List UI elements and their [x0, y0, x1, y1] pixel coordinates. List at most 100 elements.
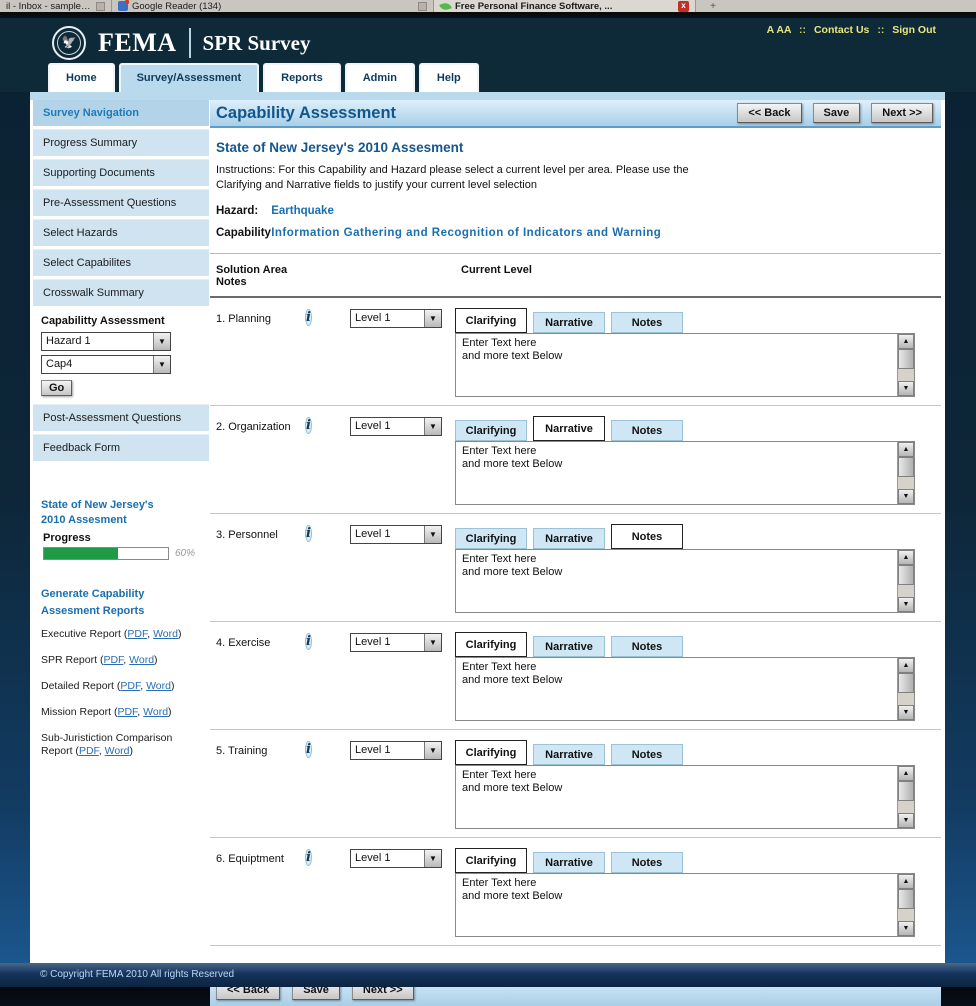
go-button[interactable]: Go: [41, 380, 73, 396]
scroll-down-icon[interactable]: ▼: [898, 813, 914, 828]
current-level-select[interactable]: Level 1 ▼: [350, 849, 442, 868]
scroll-down-icon[interactable]: ▼: [898, 597, 914, 612]
tab-notes[interactable]: Notes: [611, 312, 683, 333]
info-icon[interactable]: i: [305, 849, 312, 866]
chevron-down-icon[interactable]: ▼: [424, 742, 441, 759]
info-icon[interactable]: i: [305, 525, 312, 542]
chevron-down-icon[interactable]: ▼: [424, 850, 441, 867]
close-icon[interactable]: x: [678, 0, 689, 12]
text-size-widget[interactable]: A AA: [767, 24, 792, 36]
tab-narrative[interactable]: Narrative: [533, 852, 605, 873]
scroll-down-icon[interactable]: ▼: [898, 921, 914, 936]
tab-notes[interactable]: Notes: [611, 636, 683, 657]
pdf-link[interactable]: PDF: [79, 745, 99, 757]
scrollbar[interactable]: ▲ ▼: [897, 334, 914, 396]
save-button[interactable]: Save: [812, 103, 861, 123]
pdf-link[interactable]: PDF: [117, 706, 137, 718]
info-icon[interactable]: i: [305, 417, 312, 434]
sign-out-link[interactable]: Sign Out: [892, 24, 936, 36]
current-level-select[interactable]: Level 1 ▼: [350, 741, 442, 760]
sidebar-item-pre-assessment-questions[interactable]: Pre-Assessment Questions: [33, 189, 209, 216]
tab-notes[interactable]: Notes: [611, 420, 683, 441]
scrollbar[interactable]: ▲ ▼: [897, 874, 914, 936]
scroll-thumb[interactable]: [898, 565, 914, 585]
chevron-down-icon[interactable]: ▼: [153, 356, 170, 373]
sidebar-item-crosswalk-summary[interactable]: Crosswalk Summary: [33, 279, 209, 306]
current-level-select[interactable]: Level 1 ▼: [350, 309, 442, 328]
tab-admin[interactable]: Admin: [344, 63, 415, 92]
tab-clarifying[interactable]: Clarifying: [455, 420, 527, 441]
tab-notes[interactable]: Notes: [611, 524, 683, 549]
notes-textarea[interactable]: Enter Text here and more text Below ▲ ▼: [455, 441, 915, 505]
scroll-thumb[interactable]: [898, 781, 914, 801]
chevron-down-icon[interactable]: ▼: [424, 418, 441, 435]
scroll-up-icon[interactable]: ▲: [898, 658, 914, 673]
tab-clarifying[interactable]: Clarifying: [455, 740, 527, 765]
browser-tab-finance-active[interactable]: Free Personal Finance Software, ... x: [434, 0, 696, 12]
tab-reports[interactable]: Reports: [263, 63, 341, 92]
pdf-link[interactable]: PDF: [103, 654, 123, 666]
browser-tab-mail[interactable]: il - Inbox - sample-minded@gmail.com: [0, 0, 112, 12]
scroll-thumb[interactable]: [898, 349, 914, 369]
notes-textarea[interactable]: Enter Text here and more text Below ▲ ▼: [455, 549, 915, 613]
sidebar-item-select-capabilities[interactable]: Select Capabilites: [33, 249, 209, 276]
back-button[interactable]: << Back: [737, 103, 802, 123]
notes-textarea[interactable]: Enter Text here and more text Below ▲ ▼: [455, 333, 915, 397]
current-level-select[interactable]: Level 1 ▼: [350, 525, 442, 544]
tab-clarifying[interactable]: Clarifying: [455, 848, 527, 873]
word-link[interactable]: Word: [105, 745, 130, 757]
scroll-up-icon[interactable]: ▲: [898, 550, 914, 565]
info-icon[interactable]: i: [305, 741, 312, 758]
sidebar-item-select-hazards[interactable]: Select Hazards: [33, 219, 209, 246]
tab-clarifying[interactable]: Clarifying: [455, 308, 527, 333]
scroll-thumb[interactable]: [898, 673, 914, 693]
tab-notes[interactable]: Notes: [611, 744, 683, 765]
scroll-down-icon[interactable]: ▼: [898, 705, 914, 720]
chevron-down-icon[interactable]: ▼: [424, 526, 441, 543]
current-level-select[interactable]: Level 1 ▼: [350, 633, 442, 652]
browser-tab-reader[interactable]: Google Reader (134): [112, 0, 434, 12]
tab-clarifying[interactable]: Clarifying: [455, 528, 527, 549]
scroll-thumb[interactable]: [898, 457, 914, 477]
scrollbar[interactable]: ▲ ▼: [897, 658, 914, 720]
tab-narrative[interactable]: Narrative: [533, 528, 605, 549]
notes-textarea[interactable]: Enter Text here and more text Below ▲ ▼: [455, 657, 915, 721]
notes-textarea[interactable]: Enter Text here and more text Below ▲ ▼: [455, 765, 915, 829]
chevron-down-icon[interactable]: ▼: [424, 634, 441, 651]
chevron-down-icon[interactable]: ▼: [424, 310, 441, 327]
scroll-up-icon[interactable]: ▲: [898, 442, 914, 457]
pdf-link[interactable]: PDF: [120, 680, 140, 692]
scrollbar[interactable]: ▲ ▼: [897, 766, 914, 828]
tab-survey-assessment[interactable]: Survey/Assessment: [118, 63, 260, 92]
scroll-up-icon[interactable]: ▲: [898, 766, 914, 781]
tab-help[interactable]: Help: [418, 63, 479, 92]
word-link[interactable]: Word: [146, 680, 171, 692]
scroll-up-icon[interactable]: ▲: [898, 334, 914, 349]
sidebar-item-progress-summary[interactable]: Progress Summary: [33, 129, 209, 156]
word-link[interactable]: Word: [143, 706, 168, 718]
word-link[interactable]: Word: [129, 654, 154, 666]
word-link[interactable]: Word: [153, 628, 178, 640]
info-icon[interactable]: i: [305, 309, 312, 326]
tab-notes[interactable]: Notes: [611, 852, 683, 873]
chevron-down-icon[interactable]: ▼: [153, 333, 170, 350]
current-level-select[interactable]: Level 1 ▼: [350, 417, 442, 436]
sidebar-item-feedback-form[interactable]: Feedback Form: [33, 434, 209, 461]
sidebar-item-post-assessment-questions[interactable]: Post-Assessment Questions: [33, 404, 209, 431]
scroll-up-icon[interactable]: ▲: [898, 874, 914, 889]
next-button[interactable]: Next >>: [871, 103, 933, 123]
close-icon[interactable]: [418, 1, 427, 11]
hazard-select[interactable]: Hazard 1 ▼: [41, 332, 171, 351]
scroll-down-icon[interactable]: ▼: [898, 381, 914, 396]
tab-home[interactable]: Home: [48, 63, 115, 92]
info-icon[interactable]: i: [305, 633, 312, 650]
scrollbar[interactable]: ▲ ▼: [897, 550, 914, 612]
scroll-down-icon[interactable]: ▼: [898, 489, 914, 504]
contact-us-link[interactable]: Contact Us: [814, 24, 869, 36]
pdf-link[interactable]: PDF: [127, 628, 147, 640]
capability-select[interactable]: Cap4 ▼: [41, 355, 171, 374]
tab-narrative[interactable]: Narrative: [533, 744, 605, 765]
tab-narrative[interactable]: Narrative: [533, 416, 605, 441]
scrollbar[interactable]: ▲ ▼: [897, 442, 914, 504]
new-tab-button[interactable]: +: [696, 0, 730, 12]
